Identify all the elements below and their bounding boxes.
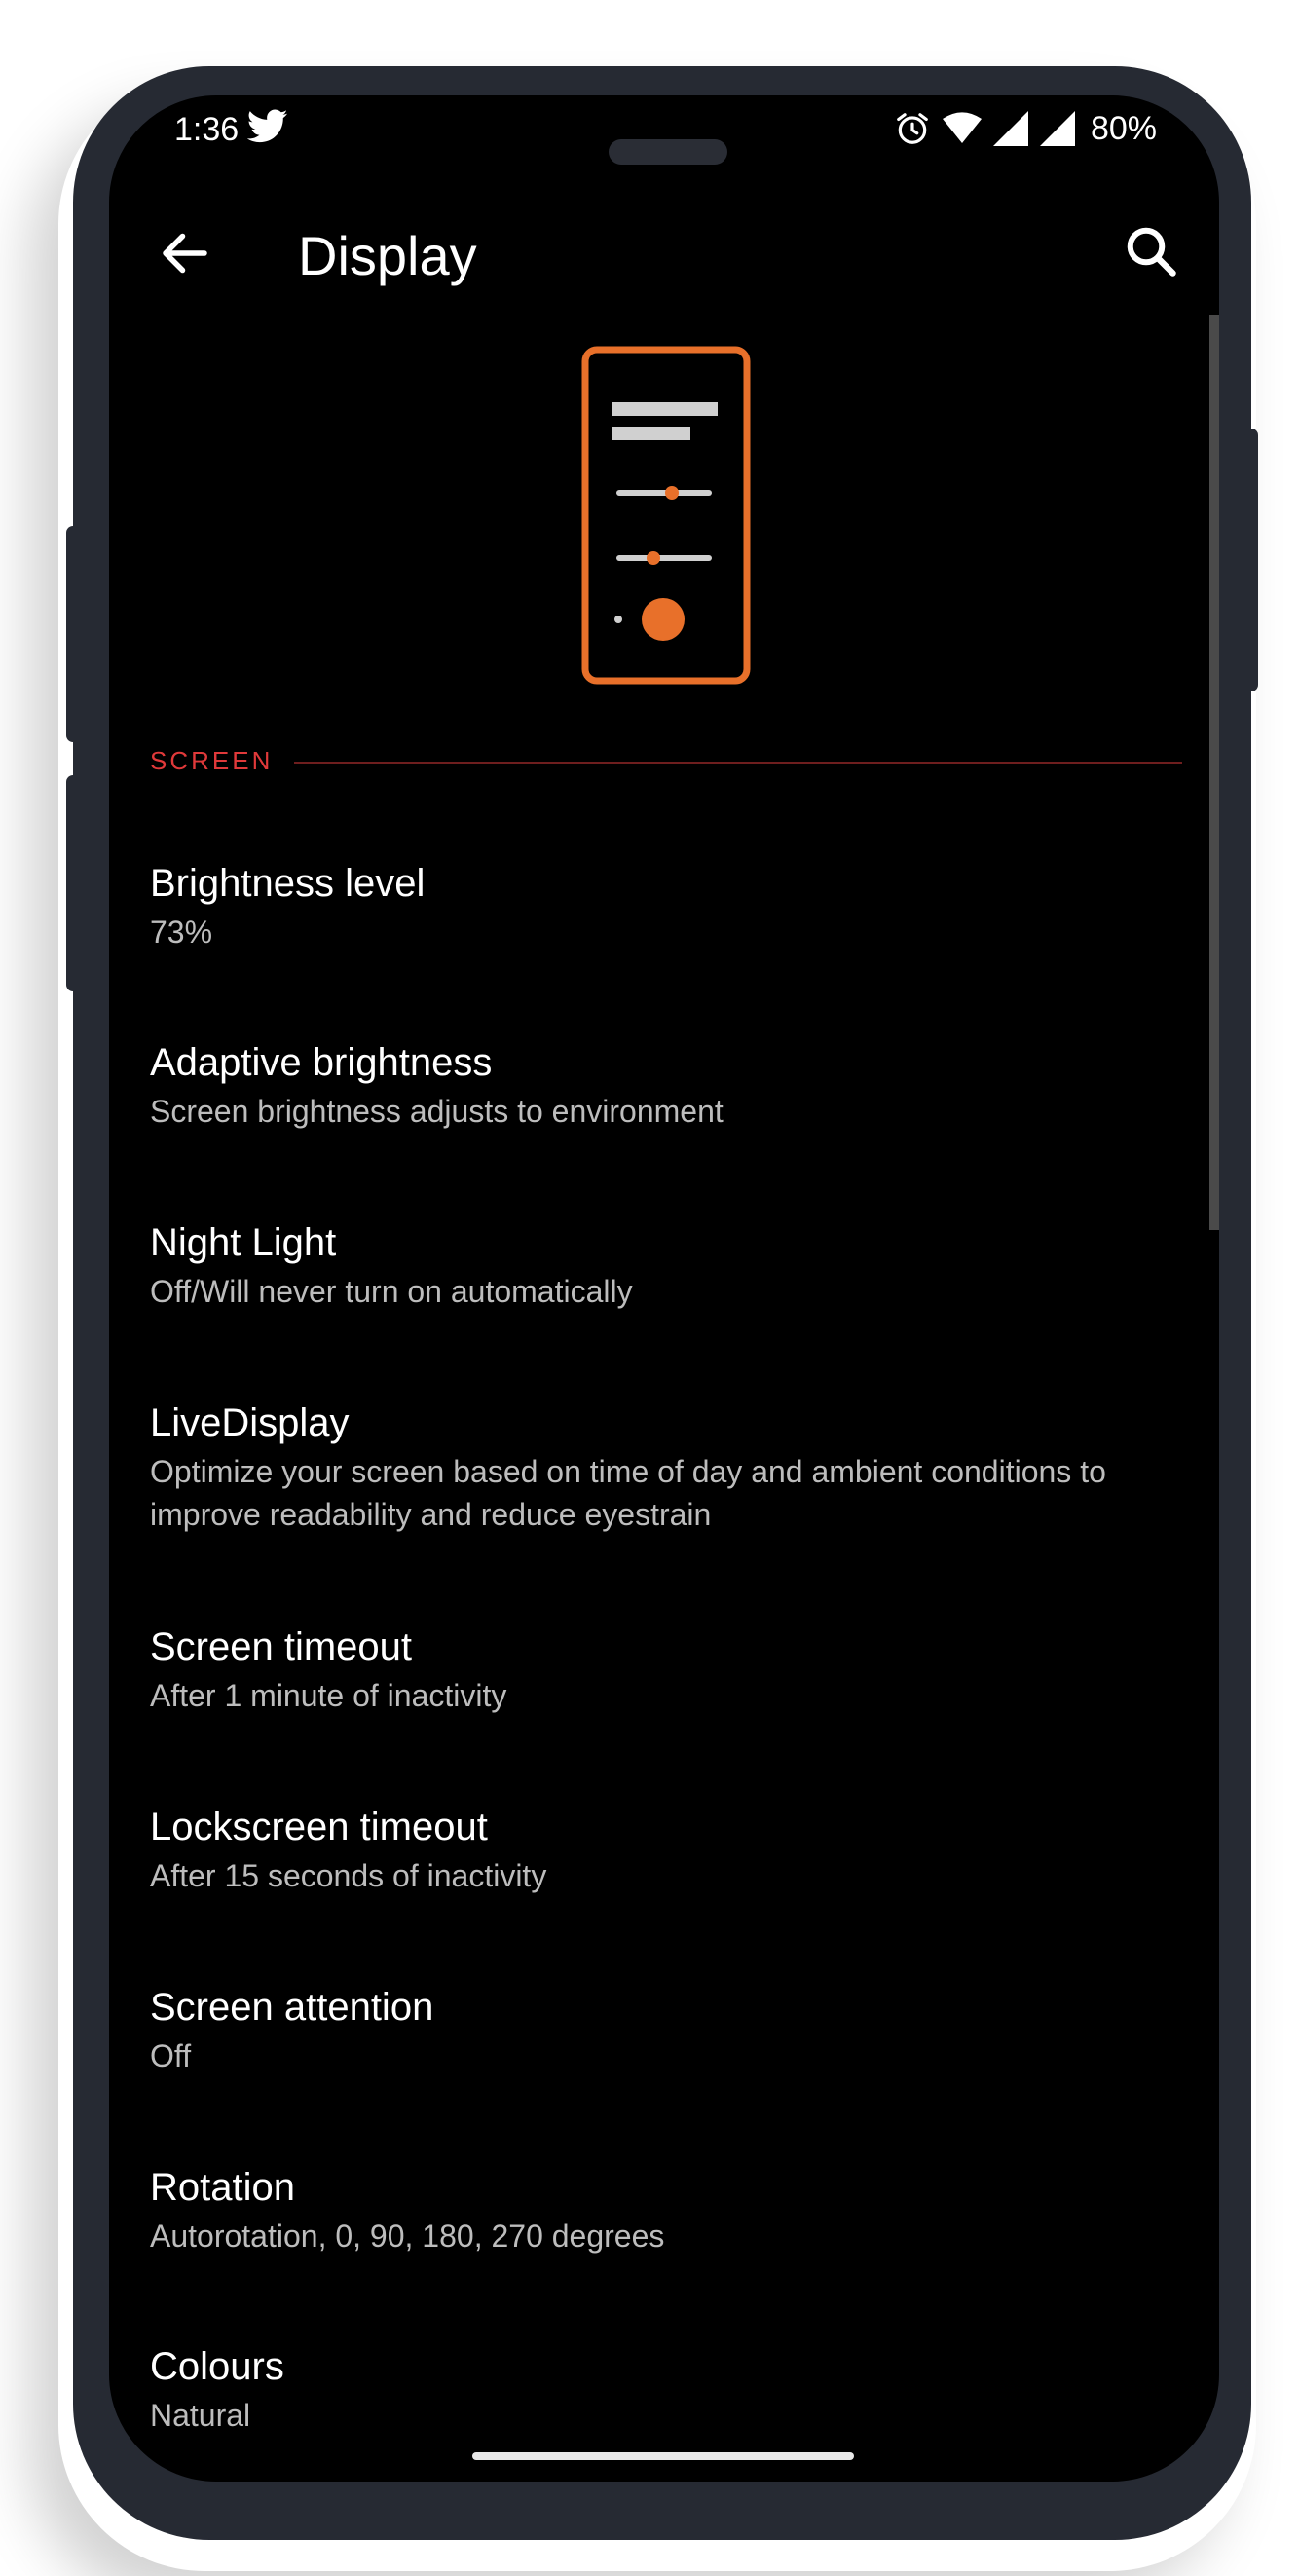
arrow-left-icon[interactable]	[156, 224, 214, 282]
setting-title: Lockscreen timeout	[150, 1806, 488, 1848]
setting-brightness-level[interactable]: Brightness level 73%	[150, 860, 1163, 953]
setting-summary: After 15 seconds of inactivity	[150, 1858, 547, 1893]
setting-summary: Off	[150, 2038, 192, 2073]
setting-night-light[interactable]: Night Light Off/Will never turn on autom…	[150, 1219, 1163, 1313]
wifi-icon	[942, 112, 982, 143]
twitter-icon	[247, 109, 288, 143]
status-bar: 1:36 80%	[109, 95, 1219, 173]
setting-rotation[interactable]: Rotation Autorotation, 0, 90, 180, 270 d…	[150, 2164, 1163, 2258]
search-icon[interactable]	[1122, 222, 1180, 280]
setting-lockscreen-timeout[interactable]: Lockscreen timeout After 15 seconds of i…	[150, 1804, 1163, 1897]
setting-summary: Optimize your screen based on time of da…	[150, 1454, 1106, 1532]
setting-title: Night Light	[150, 1221, 337, 1264]
setting-adaptive-brightness[interactable]: Adaptive brightness Screen brightness ad…	[150, 1039, 1163, 1133]
setting-summary: Screen brightness adjusts to environment	[150, 1094, 724, 1129]
volume-down-button	[66, 775, 80, 991]
navigation-handle[interactable]	[472, 2452, 854, 2460]
setting-summary: 73%	[150, 915, 213, 950]
setting-screen-timeout[interactable]: Screen timeout After 1 minute of inactiv…	[150, 1624, 1163, 1717]
signal-icon	[1039, 111, 1075, 146]
setting-summary: Autorotation, 0, 90, 180, 270 degrees	[150, 2219, 665, 2254]
section-label: SCREEN	[150, 746, 274, 775]
setting-title: Screen timeout	[150, 1625, 413, 1668]
setting-title: Screen attention	[150, 1986, 434, 2029]
setting-title: LiveDisplay	[150, 1401, 350, 1444]
setting-summary: After 1 minute of inactivity	[150, 1678, 507, 1713]
power-button	[1244, 429, 1258, 691]
display-settings-illustration	[581, 346, 751, 685]
scrollbar[interactable]	[1209, 315, 1219, 1230]
volume-up-button	[66, 526, 80, 742]
setting-summary: Off/Will never turn on automatically	[150, 1274, 633, 1309]
setting-title: Colours	[150, 2345, 284, 2388]
section-divider	[294, 762, 1182, 764]
signal-icon	[992, 111, 1028, 146]
setting-colours[interactable]: Colours Natural	[150, 2343, 1163, 2437]
setting-title: Adaptive brightness	[150, 1041, 493, 1084]
status-time: 1:36	[174, 111, 240, 148]
setting-title: Brightness level	[150, 862, 426, 905]
setting-livedisplay[interactable]: LiveDisplay Optimize your screen based o…	[150, 1400, 1163, 1536]
screen: 1:36 80% Display SCREEN Brightness level…	[109, 95, 1219, 2482]
setting-summary: Natural	[150, 2398, 251, 2433]
section-header-screen: SCREEN	[150, 746, 1182, 785]
page-title: Display	[298, 225, 477, 286]
setting-screen-attention[interactable]: Screen attention Off	[150, 1984, 1163, 2077]
app-bar: Display	[109, 203, 1219, 319]
setting-title: Rotation	[150, 2166, 295, 2209]
status-icons: 80%	[894, 109, 1157, 148]
battery-percentage: 80%	[1090, 109, 1157, 147]
alarm-icon	[897, 113, 928, 144]
